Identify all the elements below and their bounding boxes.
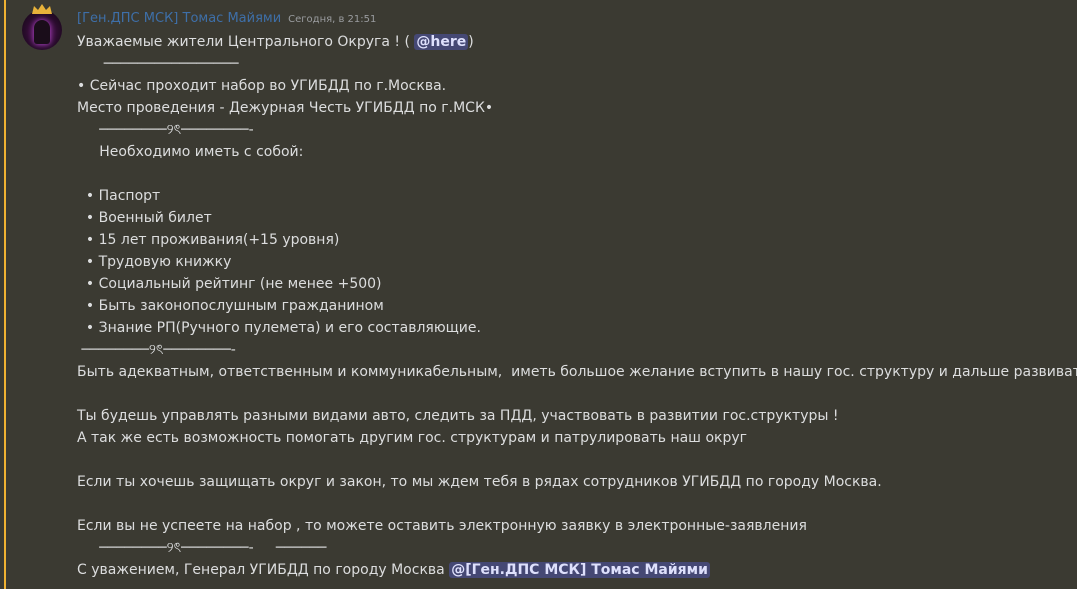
message-line: А так же есть возможность помогать други…	[77, 430, 747, 446]
message-line: ────────୨ৎ────────-	[77, 122, 254, 138]
message-timestamp[interactable]: Сегодня, в 21:51	[288, 14, 376, 25]
message-content: Уважаемые жители Центрального Округа ! (…	[77, 31, 1077, 581]
author-username[interactable]: [Ген.ДПС МСК] Томас Майями	[77, 11, 281, 26]
message-header: [Ген.ДПС МСК] Томас Майями Сегодня, в 21…	[77, 11, 376, 29]
message-line: • Военный билет	[77, 210, 212, 226]
message-line: ────────୨ৎ────────-	[77, 342, 236, 358]
message-line-text: С уважением, Генерал УГИБДД по городу Мо…	[77, 562, 450, 578]
message-line: ────────────────	[77, 56, 239, 72]
message-line: Если вы не успеете на набор , то можете …	[77, 518, 807, 534]
message-line: Уважаемые жители Центрального Округа ! (…	[77, 31, 1067, 53]
message-line	[77, 493, 1067, 515]
avatar[interactable]	[22, 4, 62, 50]
message-line: Если ты хочешь защищать округ и закон, т…	[77, 474, 882, 490]
crown-icon	[32, 4, 52, 14]
message-line: Необходимо иметь с собой:	[77, 144, 304, 160]
user-mention[interactable]: @[Ген.ДПС МСК] Томас Майями	[449, 562, 710, 578]
message-line: С уважением, Генерал УГИБДД по городу Мо…	[77, 559, 1067, 581]
message-line-text: Уважаемые жители Центрального Округа ! (	[77, 34, 415, 50]
message-line: • Социальный рейтинг (не менее +500)	[77, 276, 382, 292]
mention-highlight-bar	[4, 0, 6, 589]
message-line: • Паспорт	[77, 188, 161, 204]
chat-message: [Ген.ДПС МСК] Томас Майями Сегодня, в 21…	[0, 0, 1077, 589]
message-line: • Быть законопослушным гражданином	[77, 298, 384, 314]
message-line: Ты будешь управлять разными видами авто,…	[77, 408, 839, 424]
message-line	[77, 383, 1067, 405]
message-line: ────────୨ৎ────────- ──────	[77, 540, 327, 556]
message-line: Быть адекватным, ответственным и коммуни…	[77, 364, 1077, 380]
message-line	[77, 163, 1067, 185]
user-mention[interactable]: @here	[414, 34, 469, 50]
message-line	[77, 449, 1067, 471]
message-line: • Трудовую книжку	[77, 254, 232, 270]
message-line-text: )	[468, 34, 474, 50]
message-line: Место проведения - Дежурная Честь УГИБДД…	[77, 100, 494, 116]
message-line: • 15 лет проживания(+15 уровня)	[77, 232, 340, 248]
message-line: • Знание РП(Ручного пулемета) и его сост…	[77, 320, 481, 336]
avatar-image	[22, 10, 62, 50]
message-line: • Сейчас проходит набор во УГИБДД по г.М…	[77, 78, 447, 94]
avatar-figure	[34, 20, 50, 44]
